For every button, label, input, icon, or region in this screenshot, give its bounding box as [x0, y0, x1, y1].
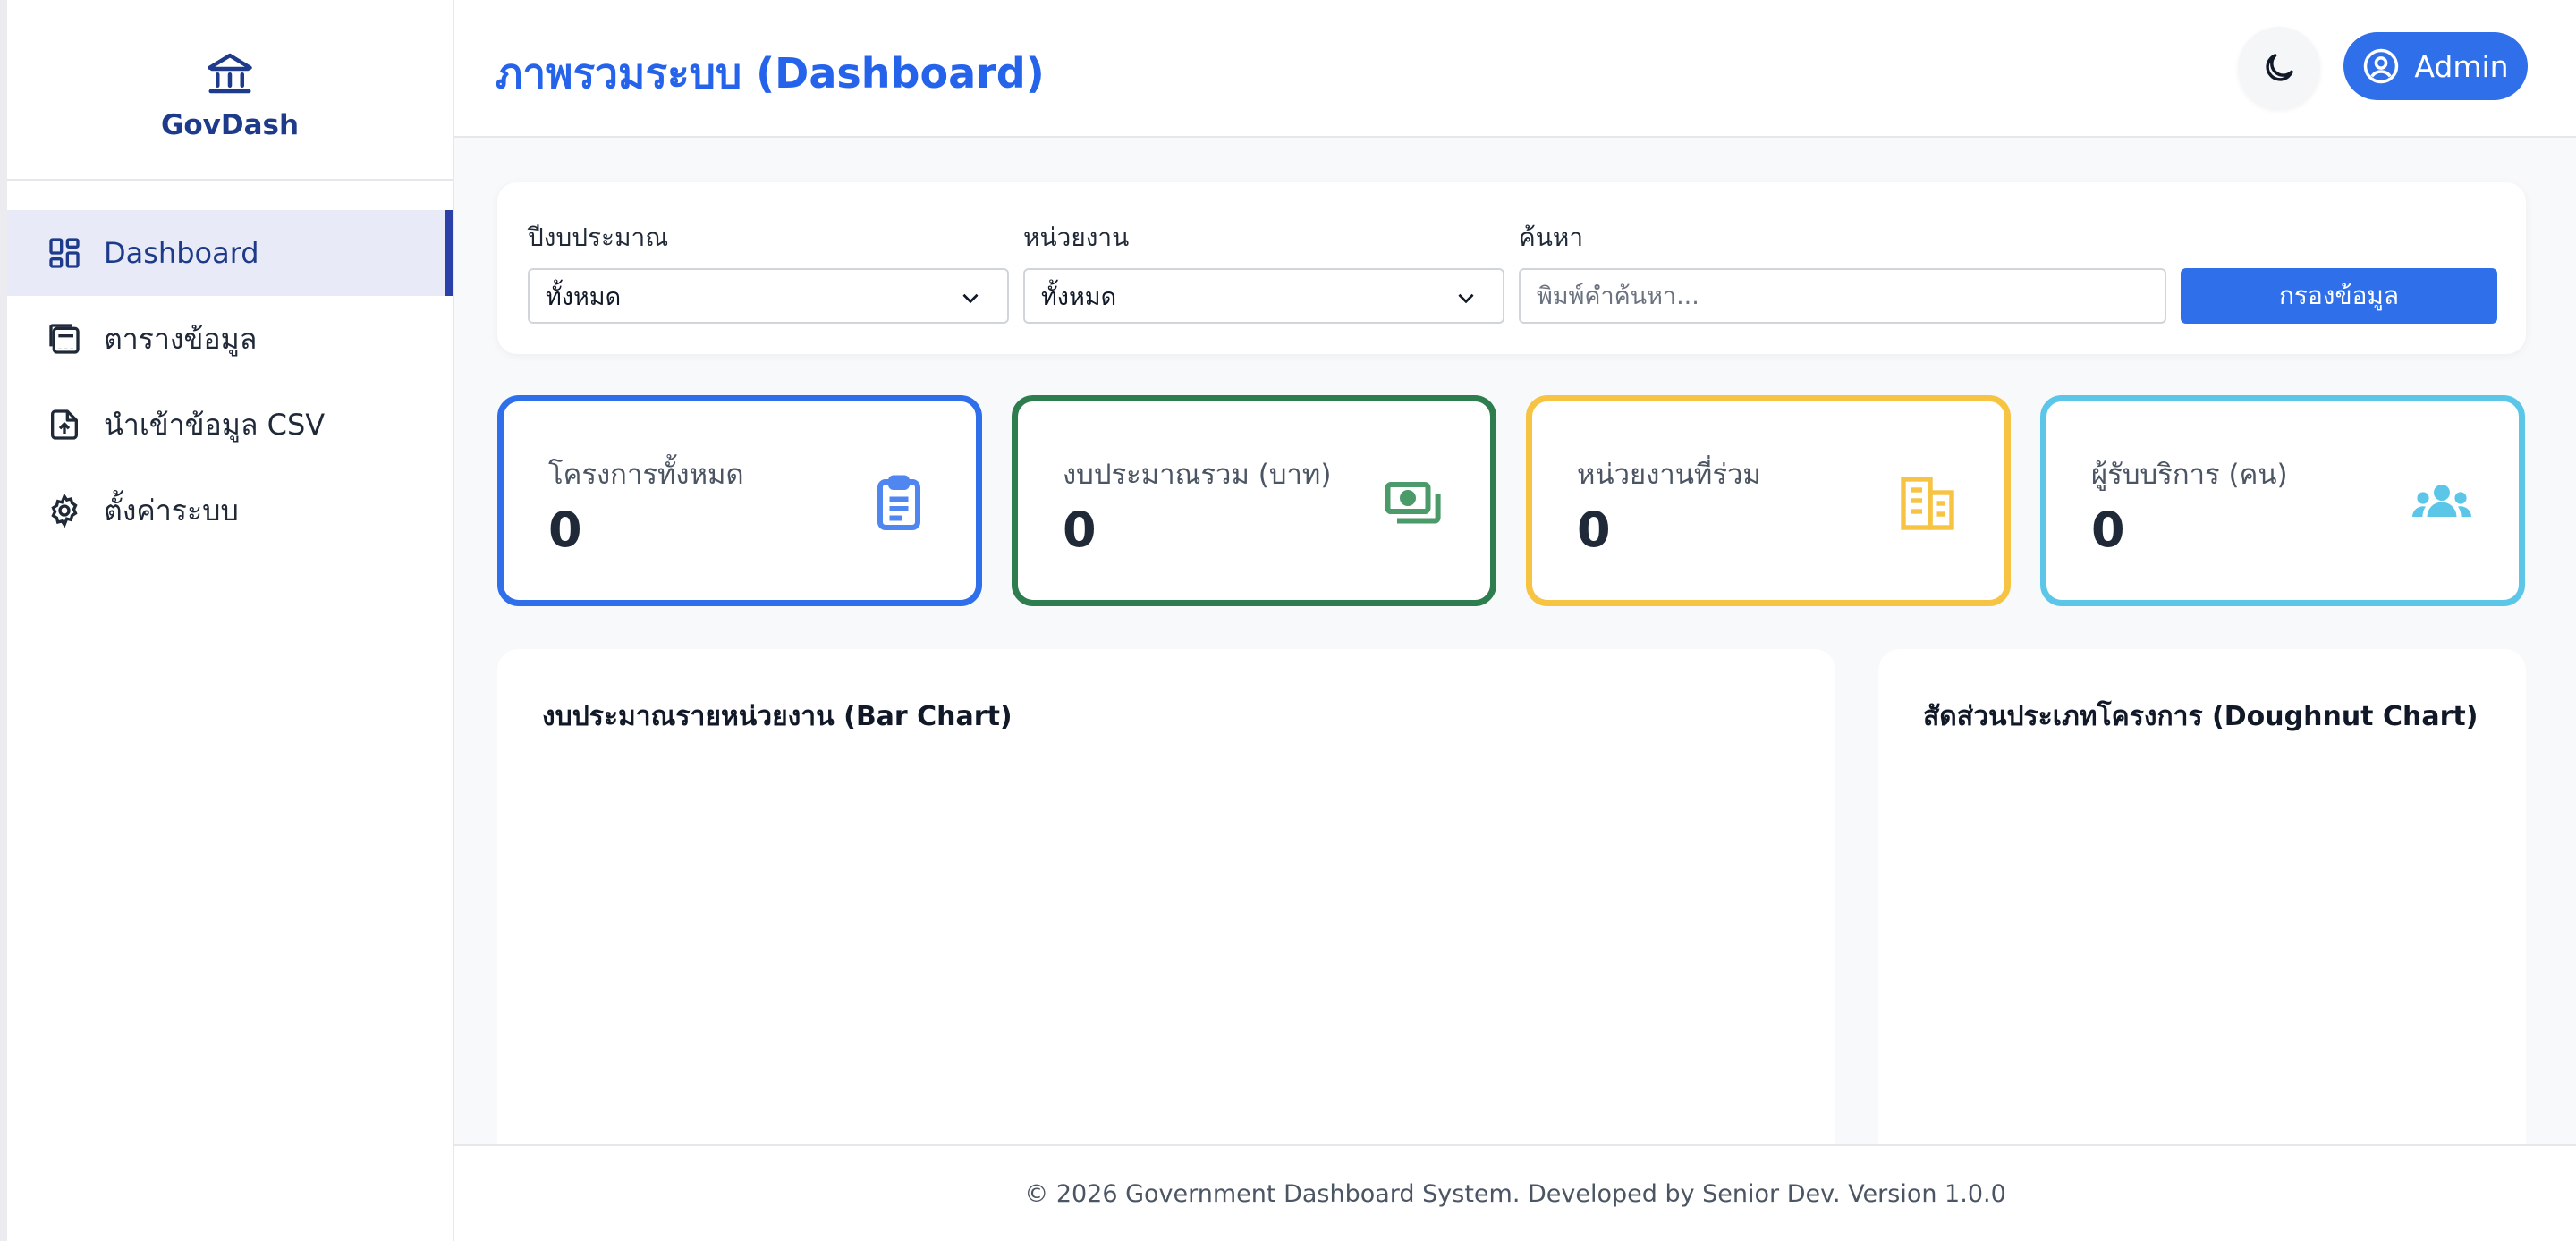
doughnut-chart-title: สัดส่วนประเภทโครงการ (Doughnut Chart)	[1923, 701, 2479, 732]
stat-card-projects: โครงการทั้งหมด 0	[497, 395, 982, 606]
stat-label: งบประมาณรวม (บาท)	[1063, 459, 1332, 491]
stat-value: 0	[2091, 502, 2125, 558]
year-filter-label: ปีงบประมาณ	[528, 223, 669, 252]
chevron-down-icon	[1458, 293, 1474, 304]
sidebar-item-import-csv[interactable]: นำเข้าข้อมูล CSV	[7, 382, 453, 468]
stat-value: 0	[548, 502, 582, 558]
stat-label: หน่วยงานที่ร่วม	[1577, 459, 1761, 491]
sidebar: GovDash Dashboard ตารางข้อมูล นำเข้าข้อม…	[0, 0, 454, 1241]
stat-card-agencies: หน่วยงานที่ร่วม 0	[1526, 395, 2011, 606]
agency-filter-label: หน่วยงาน	[1023, 223, 1130, 252]
search-input[interactable]	[1519, 268, 2166, 324]
filter-button[interactable]: กรองข้อมูล	[2181, 268, 2497, 324]
stat-value: 0	[1063, 502, 1097, 558]
sidebar-item-label: ตั้งค่าระบบ	[104, 493, 239, 528]
sidebar-item-data-table[interactable]: ตารางข้อมูล	[7, 296, 453, 382]
moon-icon	[2266, 54, 2293, 81]
sidebar-item-label: Dashboard	[104, 236, 259, 270]
stat-card-beneficiaries: ผู้รับบริการ (คน) 0	[2040, 395, 2525, 606]
user-menu-button[interactable]: Admin	[2343, 32, 2528, 100]
user-label: Admin	[2414, 48, 2509, 84]
theme-toggle-button[interactable]	[2238, 27, 2320, 109]
agency-select-value: ทั้งหมด	[1041, 283, 1117, 311]
table-calculator-icon	[45, 319, 84, 359]
brand[interactable]: GovDash	[7, 0, 453, 181]
stat-label: ผู้รับบริการ (คน)	[2091, 459, 2288, 491]
clipboard-icon	[877, 475, 920, 530]
footer: © 2026 Government Dashboard System. Deve…	[454, 1144, 2576, 1241]
sidebar-nav: Dashboard ตารางข้อมูล นำเข้าข้อมูล CSV ต…	[7, 210, 453, 553]
sidebar-item-dashboard[interactable]: Dashboard	[7, 210, 453, 296]
bank-icon	[208, 53, 252, 94]
stat-label: โครงการทั้งหมด	[548, 459, 744, 491]
users-icon	[2412, 485, 2471, 517]
stat-card-budget: งบประมาณรวม (บาท) 0	[1012, 395, 1496, 606]
page-title: ภาพรวมระบบ (Dashboard)	[496, 49, 1045, 97]
bar-chart-title: งบประมาณรายหน่วยงาน (Bar Chart)	[542, 701, 1013, 732]
sidebar-item-label: นำเข้าข้อมูล CSV	[104, 407, 326, 442]
year-select[interactable]: ทั้งหมด	[528, 268, 1009, 324]
file-upload-icon	[45, 405, 84, 444]
sidebar-item-label: ตารางข้อมูล	[104, 321, 258, 356]
top-header: ภาพรวมระบบ (Dashboard) Admin	[454, 0, 2576, 138]
footer-text: © 2026 Government Dashboard System. Deve…	[1024, 1179, 2006, 1208]
year-select-value: ทั้งหมด	[546, 283, 622, 311]
agency-select[interactable]: ทั้งหมด	[1023, 268, 1504, 324]
building-icon	[1901, 477, 1954, 530]
brand-name: GovDash	[160, 109, 300, 141]
sidebar-item-settings[interactable]: ตั้งค่าระบบ	[7, 468, 453, 553]
gear-icon	[45, 491, 84, 530]
money-icon	[1385, 482, 1441, 524]
filter-panel: ปีงบประมาณ ทั้งหมด หน่วยงาน ทั้งหมด ค้นห…	[497, 182, 2526, 354]
user-circle-icon	[2364, 48, 2399, 84]
stat-value: 0	[1577, 502, 1611, 558]
search-filter-label: ค้นหา	[1519, 223, 1584, 252]
dashboard-grid-icon	[45, 233, 84, 273]
chevron-down-icon	[962, 293, 979, 304]
